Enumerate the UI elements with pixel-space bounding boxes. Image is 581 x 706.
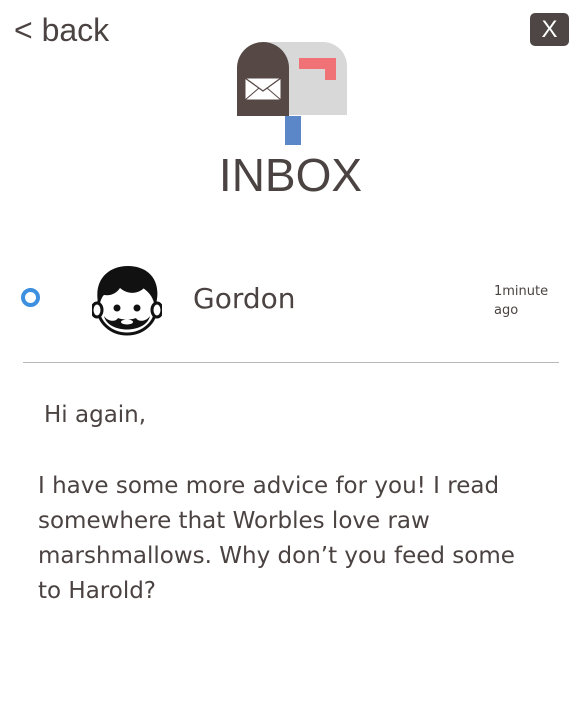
- message-greeting: Hi again,: [44, 402, 147, 428]
- sender-name: Gordon: [193, 282, 296, 315]
- divider: [23, 362, 559, 363]
- mailbox-icon: [237, 42, 347, 150]
- back-button[interactable]: < back: [14, 12, 109, 49]
- page-title: INBOX: [218, 149, 363, 201]
- close-button[interactable]: X: [530, 13, 569, 46]
- message-timestamp: 1minute ago: [494, 284, 549, 318]
- boy-face-icon: [90, 264, 164, 340]
- message-body: I have some more advice for you! I read …: [38, 473, 515, 604]
- unread-indicator: [21, 288, 40, 307]
